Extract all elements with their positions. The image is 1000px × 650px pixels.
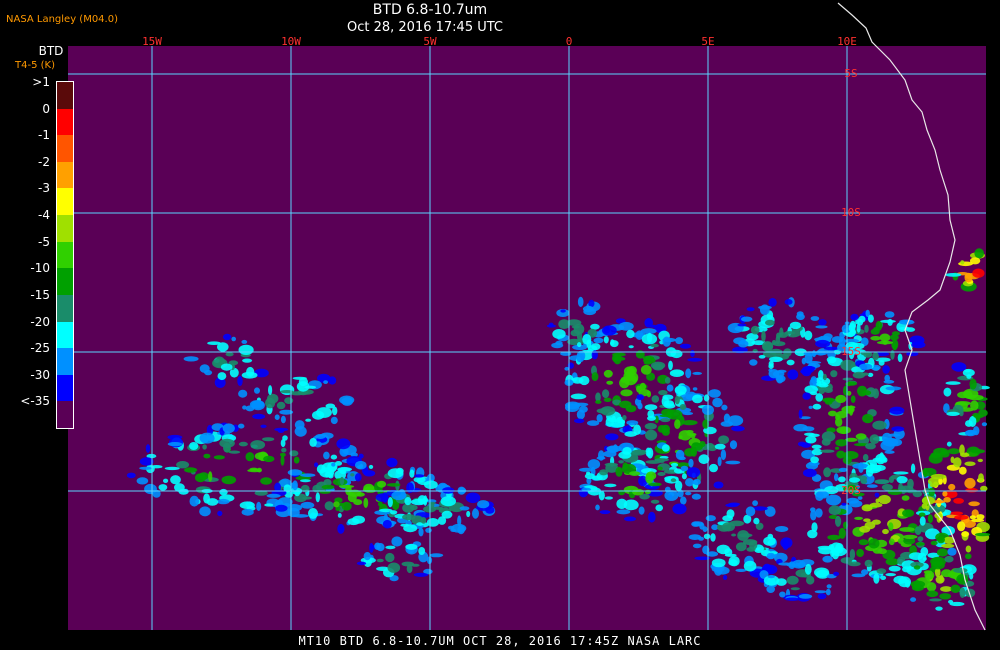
timestamp: Oct 28, 2016 17:45 UTC bbox=[347, 20, 503, 35]
legend-swatch bbox=[57, 188, 73, 216]
longitude-label: 5E bbox=[701, 35, 714, 48]
longitude-label: 15W bbox=[142, 35, 162, 48]
legend-label: -1 bbox=[38, 128, 50, 143]
legend-label: <-35 bbox=[20, 394, 50, 409]
longitude-label: 10W bbox=[281, 35, 301, 48]
longitude-label: 0 bbox=[566, 35, 573, 48]
legend-label: -5 bbox=[38, 234, 50, 249]
map-background bbox=[68, 46, 986, 630]
legend-swatch bbox=[57, 268, 73, 296]
legend-title: BTD bbox=[38, 44, 64, 58]
legend-swatch bbox=[57, 108, 73, 136]
legend-swatch bbox=[57, 82, 73, 110]
longitude-label: 10E bbox=[837, 35, 857, 48]
legend-swatch bbox=[57, 374, 73, 402]
color-legend bbox=[56, 81, 74, 429]
legend-label: -15 bbox=[30, 287, 50, 302]
legend-swatch bbox=[57, 215, 73, 243]
legend-label: >1 bbox=[32, 75, 50, 89]
legend-swatch bbox=[57, 241, 73, 269]
legend-swatch bbox=[57, 294, 73, 323]
latitude-label: 10S bbox=[841, 206, 861, 219]
legend-swatch bbox=[57, 321, 73, 349]
satellite-map: 15W 10W 5W 0 5E 10E 5S 10S 15S 20S bbox=[68, 2, 991, 631]
legend-swatch bbox=[57, 348, 73, 376]
legend-label: -25 bbox=[30, 341, 50, 356]
legend-label: 0 bbox=[42, 101, 50, 116]
legend-label: -10 bbox=[30, 261, 50, 276]
legend-swatch bbox=[57, 401, 73, 429]
product-title: BTD 6.8-10.7um bbox=[372, 2, 488, 18]
legend-swatch bbox=[57, 135, 73, 163]
legend-label: -4 bbox=[38, 208, 50, 223]
legend-label: -2 bbox=[38, 154, 50, 169]
legend-label: -3 bbox=[38, 181, 50, 196]
latitude-label: 20S bbox=[841, 484, 861, 497]
legend-label: -20 bbox=[30, 314, 50, 329]
longitude-label: 5W bbox=[423, 35, 437, 48]
latitude-label: 15S bbox=[841, 345, 861, 358]
legend-units: T4-5 (K) bbox=[15, 60, 55, 71]
legend-swatch bbox=[57, 161, 73, 189]
footer-caption: MT10 BTD 6.8-10.7UM OCT 28, 2016 17:45Z … bbox=[298, 634, 702, 648]
legend-label: -30 bbox=[30, 367, 50, 382]
latitude-label: 5S bbox=[844, 67, 857, 80]
